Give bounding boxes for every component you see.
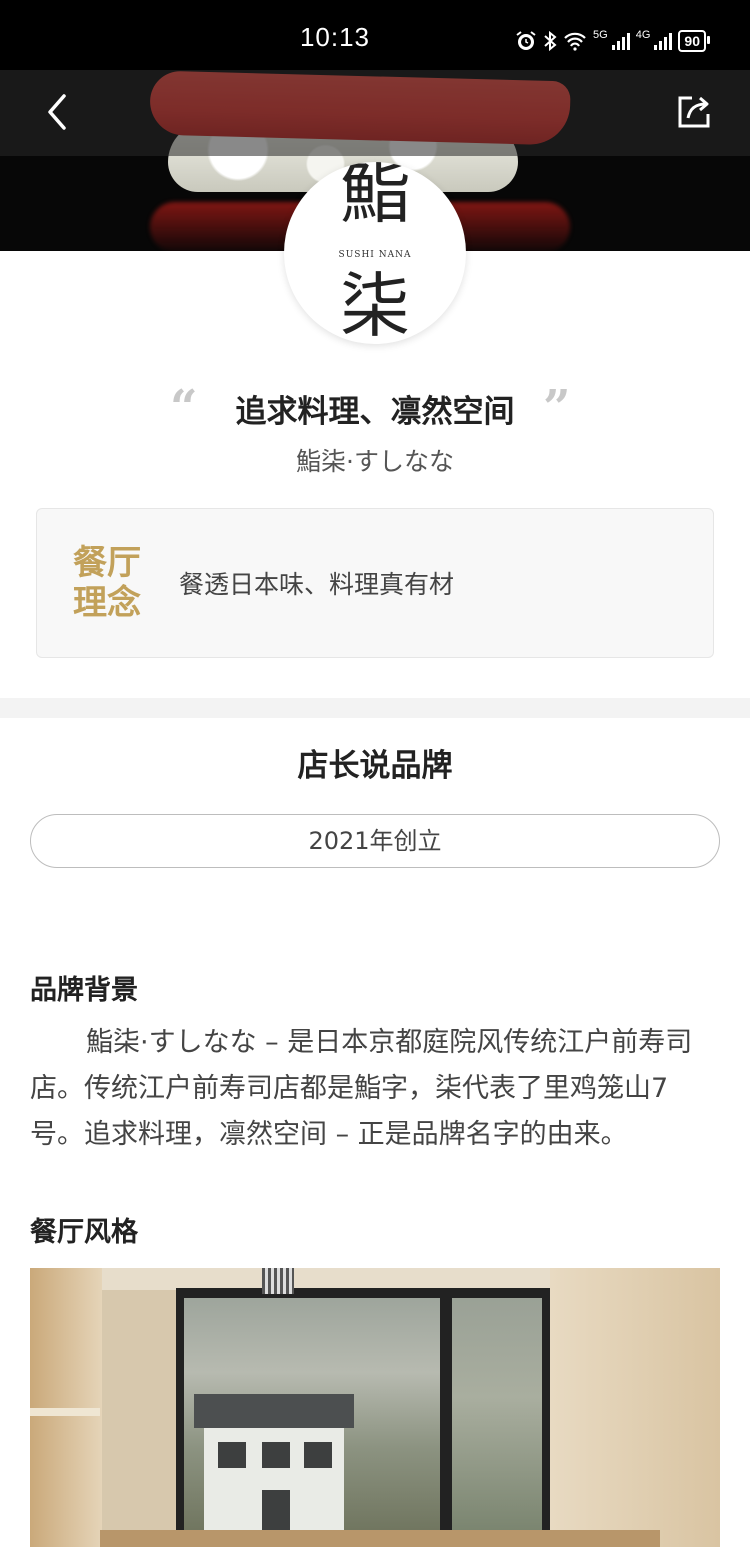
house-window bbox=[218, 1442, 246, 1468]
network-type-label-2: 4G bbox=[635, 29, 651, 41]
house-window bbox=[262, 1442, 290, 1468]
section-title: 店长说品牌 bbox=[297, 748, 453, 784]
style-heading: 餐厅风格 bbox=[30, 1217, 138, 1248]
brand-name: 鮨柒·すしなな bbox=[296, 447, 454, 476]
signal-icon-2 bbox=[654, 32, 673, 50]
close-quote: ” bbox=[543, 380, 571, 436]
photo-vent bbox=[262, 1268, 294, 1294]
background-paragraph: 鮨柒·すしなな – 是日本京都庭院风传统江户前寿司店。传统江户前寿司店都是鮨字，… bbox=[30, 1027, 693, 1150]
photo-wall-right bbox=[550, 1268, 720, 1547]
restaurant-photo bbox=[30, 1268, 720, 1547]
battery-icon: 90 bbox=[678, 30, 710, 52]
section-divider bbox=[0, 698, 750, 718]
share-icon bbox=[678, 96, 710, 128]
logo-english: SUSHI NANA bbox=[338, 250, 412, 260]
network-type-label: 5G bbox=[593, 29, 608, 41]
wifi-icon bbox=[564, 32, 586, 51]
header-bar bbox=[0, 70, 750, 156]
brand-logo: 鮨 SUSHI NANA 柒 bbox=[284, 162, 466, 344]
signal-icon bbox=[611, 32, 630, 50]
photo-shelf bbox=[30, 1408, 100, 1416]
chevron-left-icon bbox=[48, 94, 66, 130]
philosophy-label-line2: 理念 bbox=[73, 583, 141, 623]
alarm-icon bbox=[516, 31, 536, 50]
window-pane-left bbox=[184, 1298, 440, 1547]
status-bar: 10:13 5G 4G 90 bbox=[0, 0, 750, 70]
window-pane-right bbox=[452, 1298, 542, 1547]
photo-table bbox=[100, 1530, 660, 1547]
philosophy-text: 餐透日本味、料理真有材 bbox=[179, 570, 455, 599]
house-window bbox=[304, 1442, 332, 1468]
philosophy-card: 餐厅 理念 餐透日本味、料理真有材 bbox=[36, 508, 714, 658]
back-button[interactable] bbox=[40, 90, 84, 134]
background-heading: 品牌背景 bbox=[30, 975, 138, 1006]
founded-year-badge: 2021年创立 bbox=[30, 814, 720, 868]
share-button[interactable] bbox=[674, 92, 714, 132]
bluetooth-icon bbox=[544, 30, 557, 52]
logo-char-bottom: 柒 bbox=[340, 265, 410, 344]
philosophy-label-line1: 餐厅 bbox=[73, 543, 141, 583]
photo-house bbox=[204, 1428, 344, 1538]
photo-window bbox=[176, 1288, 550, 1547]
photo-roof bbox=[194, 1394, 354, 1428]
logo-char-top: 鮨 bbox=[340, 162, 410, 233]
philosophy-label: 餐厅 理念 bbox=[73, 543, 157, 623]
status-icons: 5G 4G 90 bbox=[515, 28, 710, 54]
slogan: 追求料理、凛然空间 bbox=[235, 394, 515, 430]
